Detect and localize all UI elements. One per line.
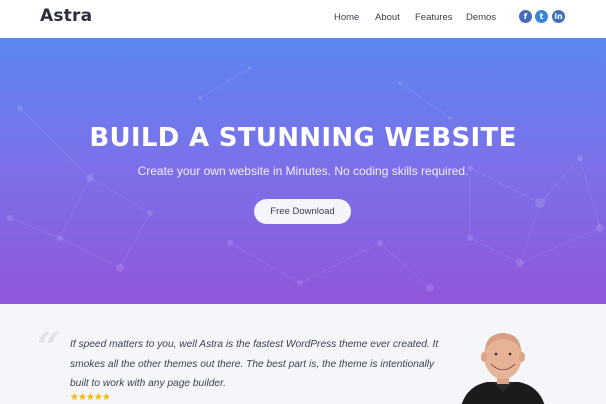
nav-home-link[interactable]: Home [334,12,359,23]
free-download-button[interactable]: Free Download [254,199,351,224]
nav-about-link[interactable]: About [375,12,400,23]
hero-title: BUILD A STUNNING WEBSITE [89,123,517,153]
nav-features-link[interactable]: Features [415,12,453,23]
quote-icon: “ [37,324,61,371]
nav-demos-link[interactable]: Demos [466,12,496,23]
testimonial-section: “ If speed matters to you, well Astra is… [0,304,606,404]
twitter-icon[interactable]: t [535,10,548,23]
testimonial-quote: If speed matters to you, well Astra is t… [70,339,439,389]
hero-section: BUILD A STUNNING WEBSITE Create your own… [0,38,606,304]
testimonial-avatar [461,333,545,404]
main-nav: Home About Features Demos [0,12,606,26]
linkedin-icon[interactable]: in [552,10,565,23]
facebook-icon[interactable]: f [519,10,532,23]
rating-stars: ★★★★★ [70,392,111,403]
hero-subtitle: Create your own website in Minutes. No c… [137,164,469,178]
site-header: Astra Home About Features Demos f t in [0,0,606,38]
